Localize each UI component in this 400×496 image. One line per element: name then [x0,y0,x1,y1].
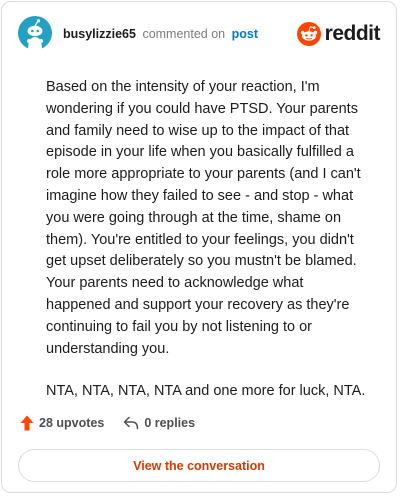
upvotes-count: 28 upvotes [39,416,105,430]
action-text: commented on [142,27,226,41]
reddit-brand[interactable]: reddit [296,22,381,46]
snoo-avatar-icon[interactable] [18,16,52,50]
replies-stat[interactable]: 0 replies [123,416,195,430]
upvotes-stat[interactable]: 28 upvotes [20,415,104,431]
username-link[interactable]: busylizzie65 [63,27,136,41]
reddit-logo-icon [296,22,321,46]
brand-wordmark: reddit [324,22,381,45]
view-conversation-button[interactable]: View the conversation [18,449,380,482]
byline: busylizzie65 commented on post [63,27,258,41]
comment-stats: 28 upvotes 0 replies [20,415,195,431]
comment-paragraph: Based on the intensity of your reaction,… [46,79,361,357]
replies-count: 0 replies [144,416,196,430]
post-link[interactable]: post [232,27,258,41]
comment-body: Based on the intensity of your reaction,… [46,77,366,424]
comment-header: busylizzie65 commented on post reddit [18,16,381,52]
reply-arrow-icon [124,416,139,430]
upvote-arrow-icon [20,415,34,431]
embedded-comment-card: busylizzie65 commented on post reddit Ba… [1,1,397,493]
comment-paragraph: NTA, NTA, NTA, NTA and one more for luck… [46,383,366,400]
